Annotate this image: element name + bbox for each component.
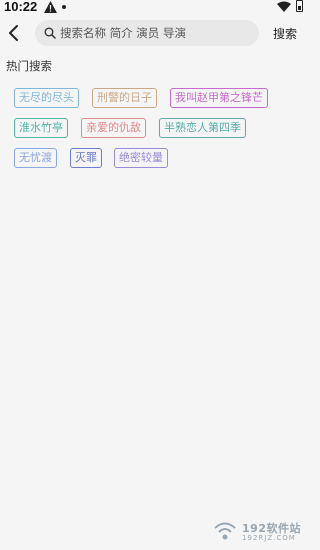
- search-button[interactable]: 搜索: [273, 25, 297, 42]
- hot-tag-6[interactable]: 无忧渡: [14, 148, 57, 168]
- site-watermark: 192软件站 192RJZ.COM: [212, 522, 301, 544]
- search-header: 搜索: [0, 18, 307, 48]
- hot-tag-3[interactable]: 淮水竹亭: [14, 118, 68, 138]
- watermark-subtext: 192RJZ.COM: [242, 534, 296, 543]
- search-input[interactable]: [56, 26, 250, 40]
- hot-tag-7[interactable]: 灭罪: [70, 148, 102, 168]
- notification-dot-icon: [62, 5, 66, 9]
- signal-logo-icon: [214, 522, 236, 540]
- hot-tag-2[interactable]: 我叫赵甲第之锋芒: [170, 88, 268, 108]
- hot-tag-0[interactable]: 无尽的尽头: [14, 88, 79, 108]
- search-icon: [44, 27, 56, 39]
- hot-tag-8[interactable]: 绝密较量: [114, 148, 168, 168]
- wifi-icon: [277, 1, 291, 12]
- status-bar: 10:22: [0, 0, 307, 16]
- back-arrow-icon[interactable]: [6, 23, 24, 43]
- warning-icon: [44, 1, 57, 16]
- hot-tag-4[interactable]: 亲爱的仇敌: [81, 118, 146, 138]
- status-time: 10:22: [4, 0, 38, 14]
- hot-tag-5[interactable]: 半熟恋人第四季: [159, 118, 246, 138]
- battery-icon: [296, 0, 303, 12]
- search-box[interactable]: [35, 20, 259, 46]
- hot-tag-1[interactable]: 刑警的日子: [92, 88, 157, 108]
- hot-search-title: 热门搜索: [6, 59, 52, 73]
